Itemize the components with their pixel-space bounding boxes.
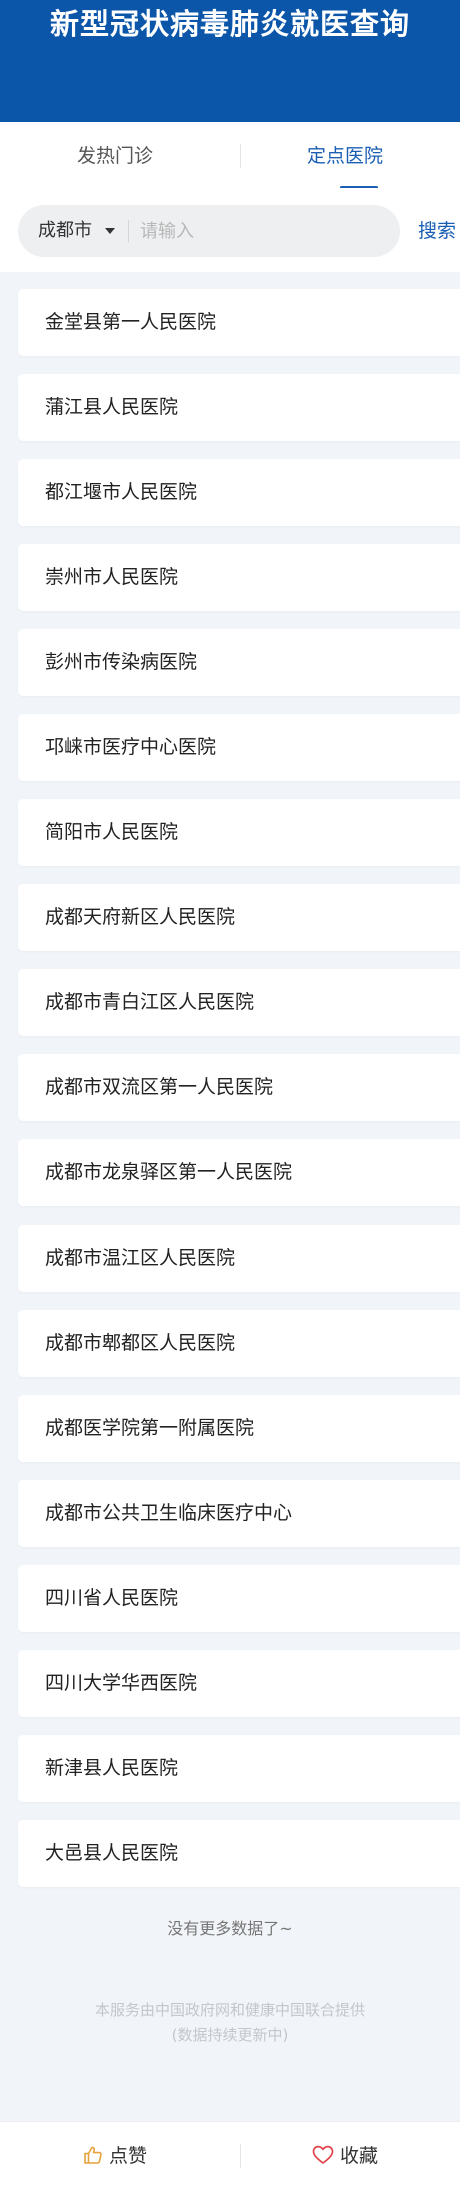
like-label: 点赞 <box>108 2145 147 2167</box>
bottom-bar: 点赞 收藏 <box>0 2121 460 2189</box>
hospital-name: 简阳市人民医院 <box>45 821 179 844</box>
hospital-list-item[interactable]: 大邑县人民医院 <box>18 1819 460 1887</box>
hospital-list: 金堂县第一人民医院 蒲江县人民医院 都江堰市人民医院 崇州市人民医院 彭州市传染病医院邛… <box>18 289 460 1905</box>
list-end-text: 没有更多数据了~ <box>167 1919 293 1938</box>
hospital-list-item[interactable]: 成都市双流区第一人民医院 <box>18 1054 460 1122</box>
hospital-list-item[interactable]: 成都市青白江区人民医院 <box>18 969 460 1037</box>
hospital-name: 邛崃市医疗中心医院 <box>45 736 217 759</box>
heart-icon <box>312 2145 334 2164</box>
hospital-name: 彭州市传染病医院 <box>45 651 198 674</box>
search-divider <box>128 220 129 242</box>
hospital-list-item[interactable]: 成都天府新区人民医院 <box>18 884 460 952</box>
hospital-name: 蒲江县人民医院 <box>45 396 179 419</box>
hospital-list-item[interactable]: 四川大学华西医院 <box>18 1649 460 1717</box>
tab-fever-clinic[interactable]: 发热门诊 <box>0 122 230 188</box>
tab-designated-hospital[interactable]: 定点医院 <box>230 122 460 188</box>
hospital-name: 成都医学院第一附属医院 <box>45 1416 255 1439</box>
search-box: 成都市 <box>18 205 400 257</box>
hospital-name: 成都市青白江区人民医院 <box>45 991 255 1014</box>
favorite-button[interactable]: 收藏 <box>230 2122 460 2189</box>
hospital-list-item[interactable]: 都江堰市人民医院 <box>18 459 460 527</box>
hospital-list-item[interactable]: 彭州市传染病医院 <box>18 629 460 697</box>
hospital-list-item[interactable]: 崇州市人民医院 <box>18 544 460 612</box>
city-selector[interactable]: 成都市 <box>38 205 92 257</box>
search-input[interactable] <box>140 213 380 249</box>
hospital-name: 成都市公共卫生临床医疗中心 <box>45 1501 293 1524</box>
hospital-name: 都江堰市人民医院 <box>45 481 198 504</box>
hospital-list-item[interactable]: 蒲江县人民医院 <box>18 374 460 442</box>
hospital-list-item[interactable]: 成都市郫都区人民医院 <box>18 1309 460 1377</box>
page-title: 新型冠状病毒肺炎就医查询 <box>49 7 410 41</box>
tab-bar: 发热门诊 定点医院 <box>0 122 460 188</box>
like-button[interactable]: 点赞 <box>0 2122 230 2189</box>
hospital-list-item[interactable]: 成都市龙泉驿区第一人民医院 <box>18 1139 460 1207</box>
hospital-name: 四川省人民医院 <box>45 1586 179 1609</box>
hospital-name: 成都天府新区人民医院 <box>45 906 236 929</box>
hospital-name: 成都市温江区人民医院 <box>45 1246 236 1269</box>
caret-down-icon[interactable] <box>105 228 115 234</box>
page-header: 新型冠状病毒肺炎就医查询 <box>0 0 460 122</box>
search-button[interactable]: 搜索 <box>418 205 456 257</box>
favorite-label: 收藏 <box>339 2145 378 2167</box>
hospital-name: 成都市郫都区人民医院 <box>45 1331 236 1354</box>
hospital-name: 崇州市人民医院 <box>45 566 179 589</box>
hospital-name: 成都市双流区第一人民医院 <box>45 1076 274 1099</box>
service-note: 本服务由中国政府网和健康中国联合提供 (数据持续更新中) <box>0 1998 460 2048</box>
service-note-line2: (数据持续更新中) <box>171 2026 289 2044</box>
hospital-list-item[interactable]: 成都市温江区人民医院 <box>18 1224 460 1292</box>
hospital-list-item[interactable]: 新津县人民医院 <box>18 1734 460 1802</box>
hospital-list-item[interactable]: 简阳市人民医院 <box>18 799 460 867</box>
hospital-name: 大邑县人民医院 <box>45 1841 179 1864</box>
hospital-name: 新津县人民医院 <box>45 1756 179 1779</box>
hospital-list-item[interactable]: 金堂县第一人民医院 <box>18 289 460 356</box>
thumbs-up-icon <box>84 2146 102 2164</box>
hospital-name: 四川大学华西医院 <box>45 1671 198 1694</box>
service-note-line1: 本服务由中国政府网和健康中国联合提供 <box>94 2001 365 2019</box>
hospital-list-item[interactable]: 成都医学院第一附属医院 <box>18 1394 460 1462</box>
hospital-name: 成都市龙泉驿区第一人民医院 <box>45 1161 293 1184</box>
hospital-list-item[interactable]: 邛崃市医疗中心医院 <box>18 714 460 782</box>
search-row: 成都市 搜索 <box>0 188 460 272</box>
hospital-name: 金堂县第一人民医院 <box>45 311 217 333</box>
hospital-list-item[interactable]: 成都市公共卫生临床医疗中心 <box>18 1479 460 1547</box>
hospital-list-item[interactable]: 四川省人民医院 <box>18 1564 460 1632</box>
